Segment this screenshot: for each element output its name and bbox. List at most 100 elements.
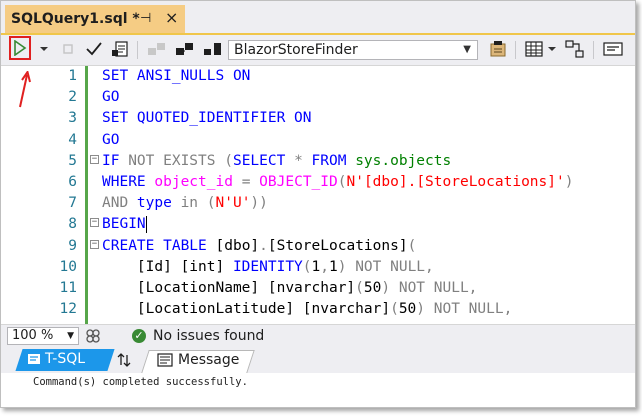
code-token: . <box>259 237 268 254</box>
code-token: , <box>320 258 329 275</box>
close-icon[interactable]: × <box>165 8 178 27</box>
selected-database: BlazorStoreFinder <box>234 42 358 58</box>
execute-button[interactable] <box>9 36 31 60</box>
code-line[interactable]: 2 GO <box>1 87 635 108</box>
code-text: GO <box>102 87 119 108</box>
tab-message-label: Message <box>178 352 240 368</box>
code-text: IF NOT EXISTS (SELECT * FROM sys.objects <box>102 151 451 172</box>
code-token: ) NOT NULL, <box>337 258 434 275</box>
change-connection-icon[interactable] <box>486 35 510 63</box>
ssms-query-window: SQLQuery1.sql * ⊣ × BlazorStoreFinder ▼ … <box>0 0 636 408</box>
code-token: [StoreLocations] <box>267 237 408 254</box>
include-plan-icon[interactable] <box>173 35 197 63</box>
code-token: AND <box>102 195 137 212</box>
code-token: [dbo] <box>215 237 260 254</box>
specify-template-values-icon[interactable] <box>563 35 587 63</box>
message-icon <box>157 353 173 367</box>
document-tab-strip: SQLQuery1.sql * ⊣ × <box>1 1 635 35</box>
code-token: ( <box>390 301 399 318</box>
code-token: 50 <box>363 280 382 296</box>
line-number: 9 <box>68 237 77 254</box>
code-text: [LocationLatitude] [nvarchar](50) NOT NU… <box>102 299 512 320</box>
tab-message[interactable]: Message <box>157 352 239 368</box>
client-statistics-icon[interactable] <box>201 35 225 63</box>
code-text: [LocationName] [nvarchar](50) NOT NULL, <box>102 278 478 299</box>
code-line[interactable]: 3 SET QUOTED_IDENTIFIER ON <box>1 108 635 129</box>
fold-toggle-icon[interactable]: − <box>90 218 99 228</box>
code-line[interactable]: 11 [LocationName] [nvarchar](50) NOT NUL… <box>1 278 635 299</box>
code-token: ( <box>302 258 312 275</box>
results-dropdown-arrow-icon[interactable] <box>546 35 558 63</box>
line-number: 7 <box>68 195 77 212</box>
code-token: [Id] [int] <box>102 258 233 275</box>
code-token: BEGIN <box>102 216 146 233</box>
toggle-results-pane-icon[interactable] <box>117 352 131 372</box>
zoom-select[interactable]: 100 % ▼ <box>7 327 79 345</box>
tab-tsql[interactable]: T-SQL <box>27 351 85 367</box>
code-token: type <box>136 195 181 212</box>
code-line[interactable]: 10 [Id] [int] IDENTITY(1,1) NOT NULL, <box>1 257 635 278</box>
code-token: CREATE TABLE <box>102 237 216 254</box>
code-text: GO <box>102 130 119 151</box>
parse-checkmark-icon[interactable] <box>83 35 105 63</box>
toolbar-separator <box>137 41 138 59</box>
code-token: OBJECT_ID <box>259 174 338 190</box>
code-line[interactable]: 5 − IF NOT EXISTS (SELECT * FROM sys.objec… <box>1 151 635 172</box>
line-number: 5 <box>68 152 77 169</box>
line-number: 2 <box>68 89 77 106</box>
code-line[interactable]: 7 AND type in (N'U')) <box>1 193 635 214</box>
display-plan-icon[interactable] <box>109 35 131 63</box>
line-number: 1 <box>68 68 77 84</box>
code-token: WHERE <box>102 174 155 190</box>
execute-dropdown-arrow-icon[interactable] <box>37 35 51 63</box>
query-options-icon[interactable] <box>145 35 169 63</box>
fold-toggle-icon[interactable]: − <box>90 154 99 164</box>
code-line[interactable]: 1 SET ANSI_NULLS ON <box>1 66 635 87</box>
code-token: ( <box>355 280 364 296</box>
code-token: FROM <box>311 152 356 169</box>
code-token: 1 <box>311 258 321 275</box>
available-databases-select[interactable]: BlazorStoreFinder ▼ <box>228 40 478 60</box>
code-line[interactable]: 4 GO <box>1 130 635 151</box>
intellicode-icon[interactable] <box>85 328 101 348</box>
chevron-down-icon: ▼ <box>67 331 74 341</box>
line-number: 4 <box>68 131 77 148</box>
issues-status-text[interactable]: No issues found <box>153 328 264 344</box>
tsql-icon <box>28 354 40 364</box>
code-token: N'[dbo].[StoreLocations]' <box>346 174 565 190</box>
code-token: SET ANSI_NULLS ON <box>102 68 251 84</box>
chevron-down-icon: ▼ <box>463 44 471 55</box>
code-token: )) <box>250 195 268 212</box>
code-line[interactable]: 9 − CREATE TABLE [dbo].[StoreLocations]( <box>1 236 635 257</box>
toolbar-separator <box>593 41 594 59</box>
results-to-grid-icon[interactable] <box>523 35 545 63</box>
zoom-level: 100 % <box>12 328 54 343</box>
code-token: in ( <box>180 195 216 212</box>
code-line[interactable]: 8 − BEGIN <box>1 214 635 235</box>
code-token: ( <box>407 237 417 254</box>
code-token: sys.objects <box>355 152 452 169</box>
check-circle-icon: ✓ <box>132 329 146 343</box>
comment-out-icon[interactable] <box>601 35 625 63</box>
line-number: 10 <box>59 258 77 275</box>
code-token: 50 <box>398 301 417 318</box>
cancel-query-icon[interactable] <box>59 35 77 63</box>
document-tab-title: SQLQuery1.sql * <box>11 11 140 27</box>
editor-status-bar: 100 % ▼ ✓ No issues found <box>1 324 635 348</box>
messages-pane: Command(s) completed successfully. <box>1 373 635 407</box>
document-tab-sqlquery1[interactable]: SQLQuery1.sql * ⊣ × <box>5 5 185 33</box>
code-line[interactable]: 6 WHERE object_id = OBJECT_ID(N'[dbo].[St… <box>1 172 635 193</box>
annotation-arrow-icon <box>19 71 31 108</box>
code-token: N'U' <box>215 195 251 212</box>
code-token: ) <box>564 174 574 190</box>
pin-icon[interactable]: ⊣ <box>140 11 151 26</box>
code-line[interactable]: 12 [LocationLatitude] [nvarchar](50) NOT… <box>1 299 635 320</box>
line-number: 11 <box>59 280 77 296</box>
line-number: 6 <box>68 174 77 190</box>
code-token: = <box>241 174 260 190</box>
tab-tsql-label: T-SQL <box>45 351 86 367</box>
code-editor[interactable]: 1 SET ANSI_NULLS ON 2 GO 3 SET QUOTED_IDENTIF… <box>1 66 635 324</box>
fold-toggle-icon[interactable]: − <box>90 239 99 249</box>
code-token: SELECT <box>232 152 295 169</box>
code-text: [Id] [int] IDENTITY(1,1) NOT NULL, <box>102 257 434 278</box>
